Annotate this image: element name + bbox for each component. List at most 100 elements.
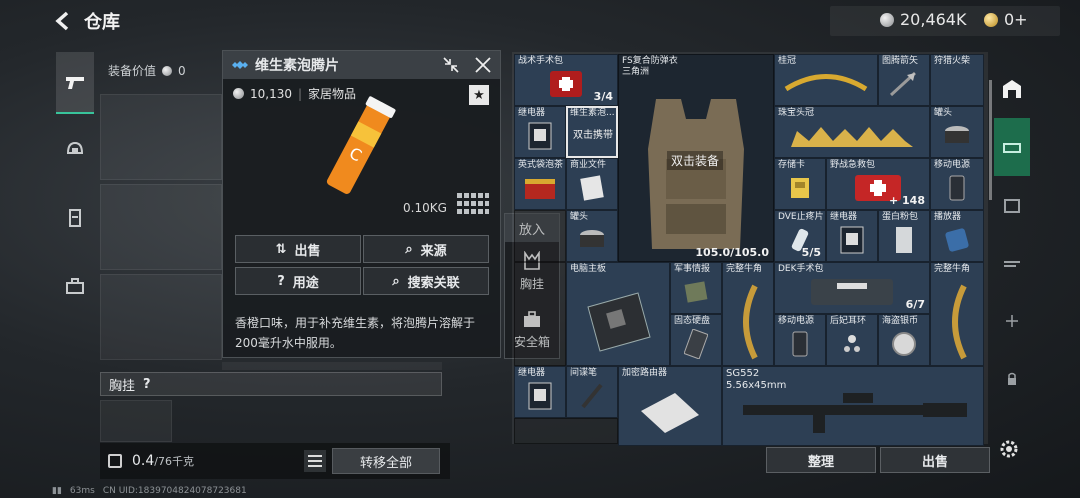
- list-button[interactable]: [304, 450, 326, 472]
- item-cell[interactable]: 战术手术包 3/4: [514, 54, 618, 106]
- primary-weapon-slot[interactable]: [100, 94, 222, 180]
- earring-image: [844, 335, 860, 352]
- inventory-scrollbar[interactable]: [989, 80, 992, 200]
- item-cell[interactable]: 蛋白粉包: [878, 210, 930, 262]
- vitamin-tube-image: C: [326, 96, 396, 194]
- surgery-kit-image: [550, 71, 582, 97]
- power-bank-image: [949, 175, 965, 201]
- chest-rig-header[interactable]: 胸挂 ?: [100, 372, 442, 396]
- vest-icon: [69, 209, 81, 227]
- secondary-weapon-slot[interactable]: [100, 184, 222, 270]
- favorite-star-icon[interactable]: ★: [469, 85, 489, 105]
- capacity-bar: 0.4/76千克 转移全部: [100, 443, 450, 479]
- tab-bag[interactable]: [56, 256, 94, 318]
- back-arrow-icon[interactable]: [52, 10, 74, 32]
- tab-weapons[interactable]: [56, 52, 94, 114]
- usage-button[interactable]: ? 用途: [235, 267, 361, 295]
- item-cell[interactable]: 移动电源: [774, 314, 826, 366]
- item-cell[interactable]: 野战急救包 + 148: [826, 158, 930, 210]
- tab-storage-1[interactable]: [994, 118, 1030, 176]
- item-cell[interactable]: 完整牛角: [930, 262, 984, 366]
- pistol-icon: [66, 77, 84, 89]
- sell-all-button[interactable]: 出售: [880, 447, 990, 473]
- item-cell[interactable]: 罐头: [566, 210, 618, 262]
- item-cell-armor[interactable]: FS复合防弹衣 三角洲 双击装备 105.0/105.0: [618, 54, 774, 262]
- item-cell[interactable]: 继电器: [514, 366, 566, 418]
- item-cell[interactable]: 加密路由器: [618, 366, 722, 446]
- stack-box-icon: [1004, 199, 1020, 213]
- can-image: [580, 230, 604, 247]
- lock-icon: [108, 454, 122, 468]
- item-cell[interactable]: 继电器: [514, 106, 566, 158]
- gold-currency[interactable]: 0+: [984, 10, 1028, 29]
- helmet-slot[interactable]: [100, 274, 222, 360]
- empty-cell[interactable]: [514, 262, 566, 366]
- locked-tab[interactable]: [994, 350, 1030, 408]
- tea-box-image: [525, 179, 555, 199]
- tab-warehouse[interactable]: [994, 60, 1030, 118]
- header: 仓库: [52, 8, 120, 34]
- uid: CN UID:1839704824078723681: [102, 486, 247, 496]
- relay-image: [840, 226, 864, 254]
- coin-icon: [162, 65, 173, 76]
- chest-slot[interactable]: [100, 400, 172, 442]
- tab-storage-3[interactable]: [994, 234, 1030, 292]
- item-cell[interactable]: 存储卡: [774, 158, 826, 210]
- item-cell[interactable]: 珠宝头冠: [774, 106, 930, 158]
- sort-button[interactable]: 整理: [766, 447, 876, 473]
- search-related-button[interactable]: ⌕ 搜索关联: [363, 267, 489, 295]
- empty-cell[interactable]: [514, 210, 566, 262]
- item-cell[interactable]: DEK手术包 6/7: [774, 262, 930, 314]
- item-cell[interactable]: 完整牛角: [722, 262, 774, 366]
- rarity-diamond-icon: [232, 61, 248, 69]
- tab-armor[interactable]: [56, 188, 94, 250]
- item-cell[interactable]: 军事情报: [670, 262, 722, 314]
- item-cell[interactable]: 英式袋泡茶: [514, 158, 566, 210]
- router-image: [641, 393, 699, 434]
- item-description: 香橙口味，用于补充维生素，将泡腾片溶解于200毫升水中服用。: [235, 316, 476, 350]
- source-button[interactable]: ⌕ 来源: [363, 235, 489, 263]
- item-cell[interactable]: 间谍笔: [566, 366, 618, 418]
- item-cell[interactable]: 桂冠: [774, 54, 878, 106]
- item-cell[interactable]: 后妃耳环: [826, 314, 878, 366]
- item-cell[interactable]: 海盗银币: [878, 314, 930, 366]
- equip-value: 装备价值 0: [108, 63, 186, 79]
- empty-cell[interactable]: [514, 418, 618, 444]
- item-cell-vitamin-selected[interactable]: 维生素泡... 双击携带: [566, 106, 618, 158]
- item-cell-rifle[interactable]: SG552 5.56x45mm: [722, 366, 984, 446]
- spy-pen-image: [581, 383, 603, 409]
- totem-arrow-image: [889, 71, 917, 97]
- power-bank-image: [792, 331, 808, 357]
- settings-gear-icon[interactable]: [998, 438, 1020, 460]
- item-cell[interactable]: 播放器: [930, 210, 984, 262]
- help-icon[interactable]: ?: [143, 377, 151, 392]
- item-cell[interactable]: 罐头: [930, 106, 984, 158]
- silver-currency[interactable]: 20,464K: [880, 10, 966, 29]
- item-cell[interactable]: 移动电源: [930, 158, 984, 210]
- collapse-icon[interactable]: [442, 56, 460, 74]
- page-title: 仓库: [84, 12, 120, 33]
- laurel-crown-image: [784, 74, 868, 92]
- item-cell[interactable]: 狩猎火柴: [930, 54, 984, 106]
- item-cell[interactable]: 继电器: [826, 210, 878, 262]
- list-icon: [308, 455, 322, 467]
- tab-helmet[interactable]: [56, 120, 94, 182]
- sell-button[interactable]: ⇅ 出售: [235, 235, 361, 263]
- relay-image: [528, 122, 552, 150]
- close-icon[interactable]: [474, 56, 492, 74]
- search-icon: ⌕: [405, 241, 413, 257]
- tab-storage-2[interactable]: [994, 176, 1030, 234]
- slot-gap: [222, 362, 442, 370]
- item-cell[interactable]: DVE止疼片 5/5: [774, 210, 826, 262]
- add-tab-button[interactable]: [994, 292, 1030, 350]
- item-detail-popup: 维生素泡腾片 10,130 | 家居物品 ★ C 0.10KG ⇅ 出售 ⌕ 来源: [222, 50, 501, 358]
- item-cell[interactable]: 电脑主板: [566, 262, 670, 366]
- dek-case-image: [811, 279, 893, 305]
- popup-header: 维生素泡腾片: [223, 51, 500, 79]
- item-cell[interactable]: 商业文件: [566, 158, 618, 210]
- gold-coin-icon: [984, 12, 998, 27]
- item-cell[interactable]: 图腾箭矢: [878, 54, 930, 106]
- transfer-all-button[interactable]: 转移全部: [332, 448, 440, 474]
- search-icon: ⌕: [392, 273, 400, 289]
- item-cell[interactable]: 固态硬盘: [670, 314, 722, 366]
